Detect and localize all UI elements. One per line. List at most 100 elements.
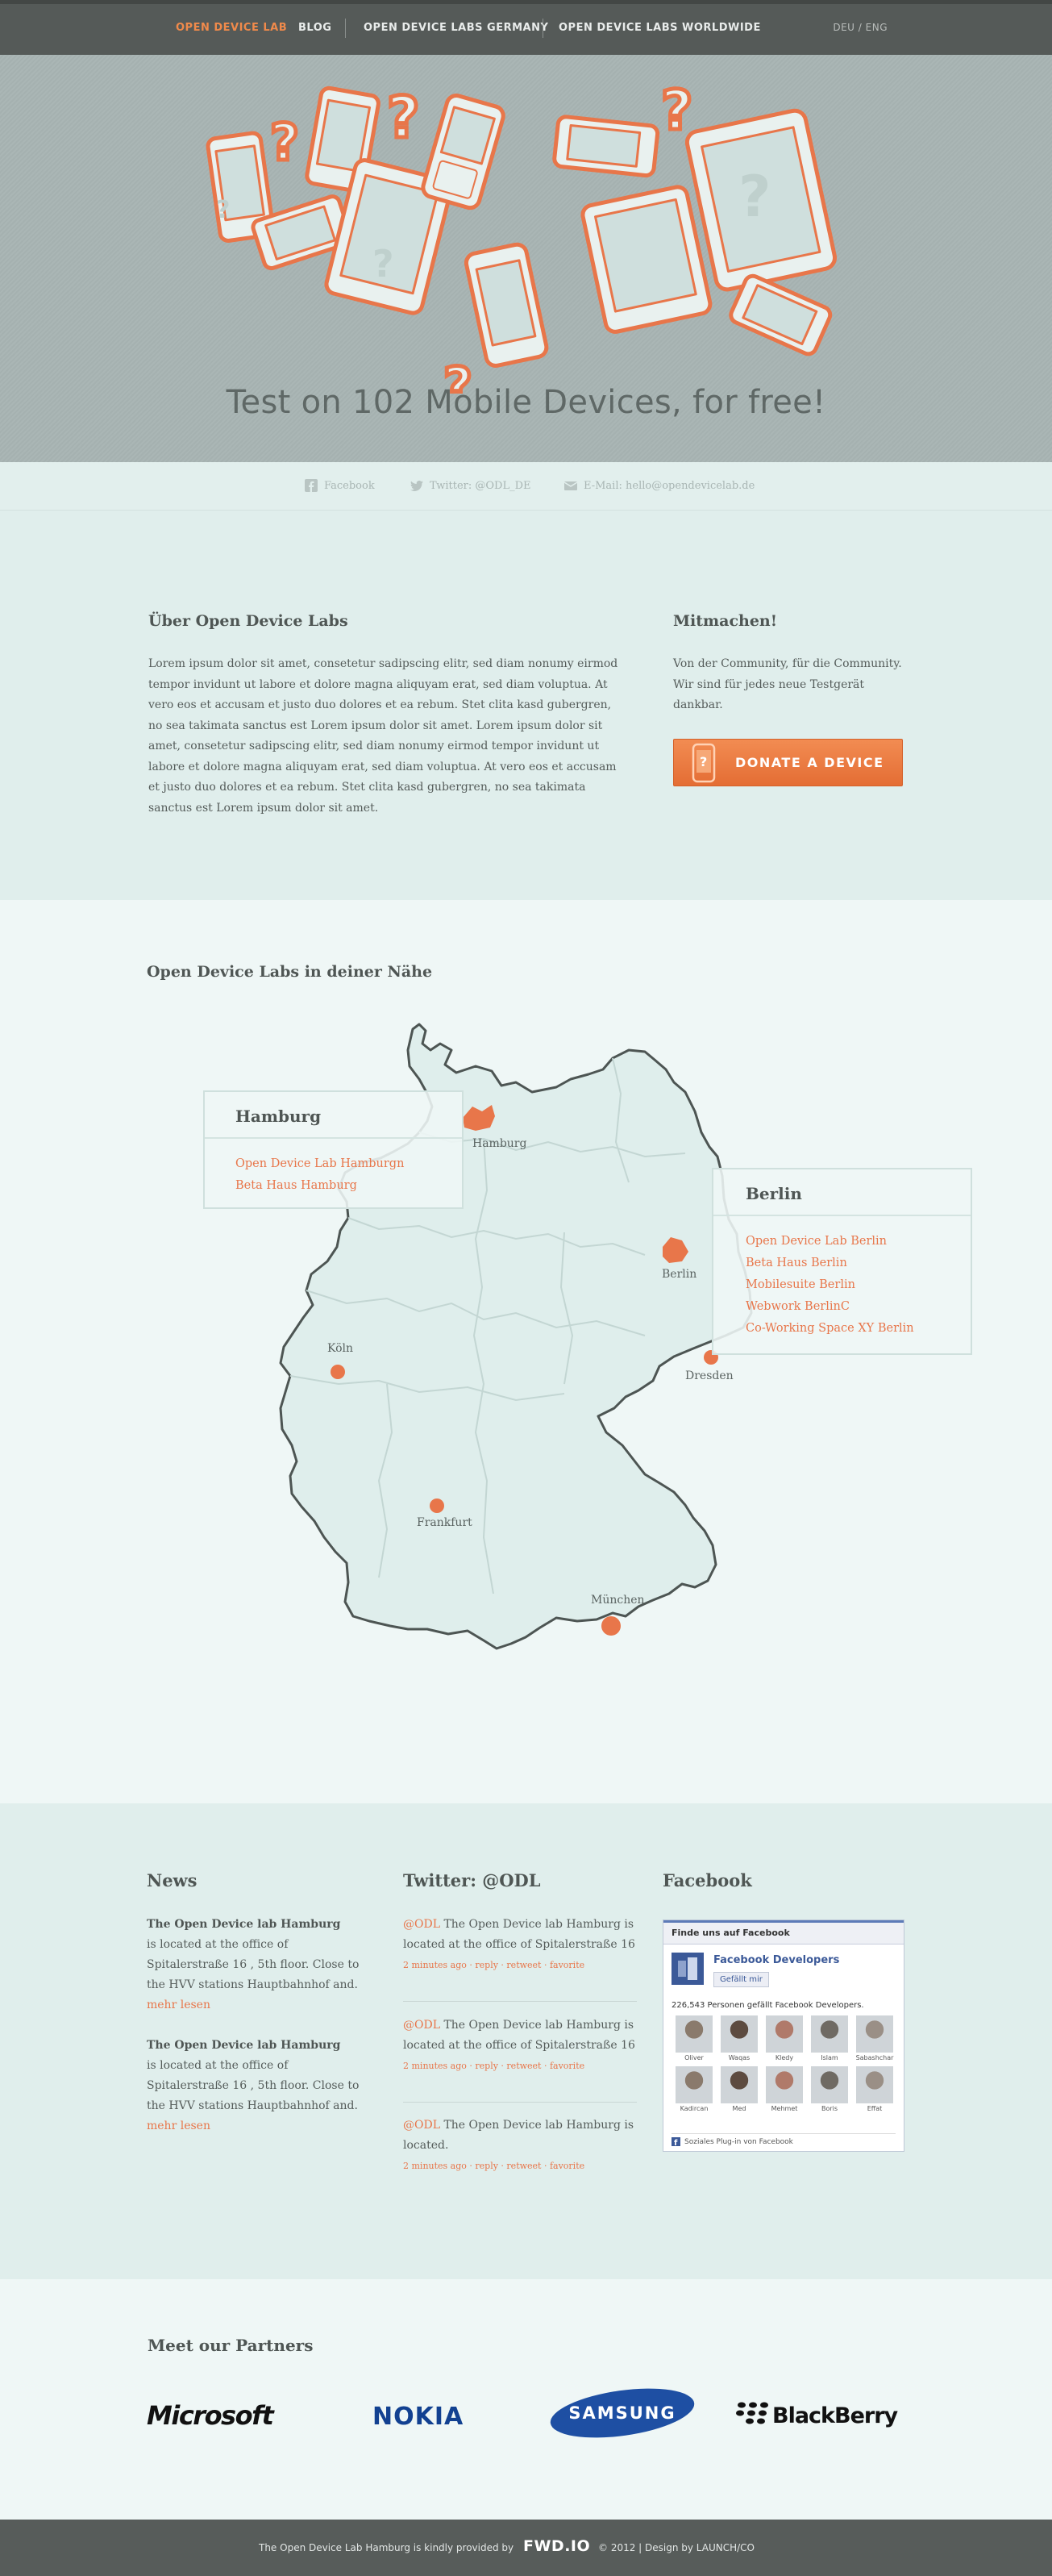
samsung-logo[interactable]: SAMSUNG — [549, 2387, 696, 2439]
twitter-link[interactable]: Twitter: @ODL_DE — [410, 479, 531, 492]
hamburg-card-title: Hamburg — [235, 1107, 322, 1126]
about-text: Lorem ipsum dolor sit amet, consetetur s… — [148, 657, 618, 815]
twitter-icon — [410, 480, 423, 491]
facebook-plugin-label[interactable]: Soziales Plug-in von Facebook — [684, 2138, 793, 2146]
svg-text:SAMSUNG: SAMSUNG — [568, 2403, 676, 2423]
facebook-fan[interactable]: Sabashchar — [852, 2015, 897, 2061]
tweet-handle-link[interactable]: @ODL — [403, 1918, 440, 1931]
partners-title: Meet our Partners — [148, 2336, 314, 2355]
facebook-fan[interactable]: Med — [717, 2066, 762, 2112]
berlin-card: Berlin Open Device Lab Berlin Beta Haus … — [712, 1168, 972, 1355]
fan-avatar — [811, 2015, 848, 2053]
facebook-fan-faces: Oliver Waqas Kledy Islam Sabashchar Kadircan M… — [672, 2015, 897, 2112]
email-label: E-Mail: hello@opendevicelab.de — [584, 479, 755, 492]
facebook-fan[interactable]: Effat — [852, 2066, 897, 2112]
tweet-actions[interactable]: 2 minutes ago · reply · retweet · favori… — [403, 2156, 637, 2176]
facebook-fan[interactable]: Mehmet — [762, 2066, 807, 2112]
fan-avatar — [676, 2066, 713, 2103]
lab-link[interactable]: Mobilesuite Berlin — [746, 1278, 855, 1291]
news-title: News — [147, 1870, 198, 1890]
facebook-page: Facebook Developers Gefällt mir — [672, 1953, 897, 2004]
footer: The Open Device Lab Hamburg is kindly pr… — [0, 2520, 1052, 2576]
news-item-text: is located at the office of Spitalerstra… — [147, 1938, 360, 1991]
devices-illustration: ? ? ? ? ? ? ? — [206, 77, 838, 394]
nav-brand-link[interactable]: OPEN DEVICE LAB — [176, 22, 287, 34]
muenchen-marker — [601, 1616, 621, 1636]
nav-germany-link[interactable]: OPEN DEVICE LABS GERMANY — [364, 22, 548, 34]
facebook-fan[interactable]: Kadircan — [672, 2066, 717, 2112]
facebook-page-name[interactable]: Facebook Developers — [713, 1954, 839, 1966]
news-item: The Open Device lab Hamburg is located a… — [147, 2036, 372, 2136]
donate-device-button[interactable]: ? DONATE A DEVICE — [673, 739, 903, 786]
read-more-link[interactable]: mehr lesen — [147, 2120, 210, 2132]
city-label-berlin[interactable]: Berlin — [662, 1268, 696, 1281]
footer-provided-text: The Open Device Lab Hamburg is kindly pr… — [259, 2542, 514, 2553]
fan-avatar — [856, 2015, 893, 2053]
tweet-handle-link[interactable]: @ODL — [403, 2119, 440, 2132]
fwd-io-logo[interactable]: FWD.IO — [523, 2537, 590, 2555]
facebook-fan[interactable]: Waqas — [717, 2015, 762, 2061]
hero-headline: Test on 102 Mobile Devices, for free! — [226, 384, 826, 421]
social-bar: Facebook Twitter: @ODL_DE E-Mail: hello@… — [0, 462, 1052, 511]
tweet: @ODL The Open Device lab Hamburg is loca… — [403, 2115, 637, 2176]
fan-name: Med — [732, 2105, 746, 2112]
facebook-icon — [305, 479, 318, 492]
facebook-fan[interactable]: Boris — [807, 2066, 852, 2112]
facebook-link[interactable]: Facebook — [305, 479, 375, 492]
question-mark-icon: ? — [270, 113, 299, 172]
facebook-fan[interactable]: Kledy — [762, 2015, 807, 2061]
facebook-fan[interactable]: Islam — [807, 2015, 852, 2061]
language-switch[interactable]: DEU / ENG — [833, 22, 888, 33]
microsoft-logo[interactable]: Microsoft — [145, 2397, 294, 2432]
blackberry-logo[interactable]: BlackBerry — [735, 2397, 901, 2432]
fan-avatar — [676, 2015, 713, 2053]
read-more-link[interactable]: mehr lesen — [147, 1999, 210, 2011]
tweet: @ODL The Open Device lab Hamburg is loca… — [403, 1915, 637, 1975]
lab-link[interactable]: Beta Haus Hamburg — [235, 1179, 357, 1192]
news-item-title: The Open Device lab Hamburg — [147, 2039, 341, 2052]
city-label-hamburg[interactable]: Hamburg — [472, 1137, 526, 1150]
svg-text:Microsoft: Microsoft — [147, 2400, 276, 2431]
facebook-fan[interactable]: Oliver — [672, 2015, 717, 2061]
lab-link[interactable]: Open Device Lab Hamburgn — [235, 1157, 404, 1170]
top-navigation: OPEN DEVICE LAB BLOG OPEN DEVICE LABS GE… — [0, 0, 1052, 55]
tweet-actions[interactable]: 2 minutes ago · reply · retweet · favori… — [403, 2056, 637, 2076]
lab-link[interactable]: Webwork BerlinC — [746, 1300, 850, 1313]
news-section: News The Open Device lab Hamburg is loca… — [0, 1803, 1052, 2279]
nav-blog-link[interactable]: BLOG — [298, 22, 331, 34]
email-link[interactable]: E-Mail: hello@opendevicelab.de — [564, 479, 755, 492]
nokia-logo[interactable]: NOKIA — [371, 2397, 488, 2432]
lab-link[interactable]: Co-Working Space XY Berlin — [746, 1322, 914, 1335]
city-label-frankfurt[interactable]: Frankfurt — [417, 1516, 472, 1529]
footer-copyright: © 2012 | Design by LAUNCH/CO — [598, 2542, 755, 2553]
city-label-dresden[interactable]: Dresden — [685, 1369, 734, 1382]
fan-avatar — [721, 2066, 758, 2103]
facebook-like-button[interactable]: Gefällt mir — [713, 1972, 769, 1987]
hamburg-card: Hamburg Open Device Lab Hamburgn Beta Ha… — [203, 1090, 464, 1209]
fan-avatar — [811, 2066, 848, 2103]
svg-text:?: ? — [738, 164, 771, 230]
phone-icon: ? — [692, 743, 716, 782]
donate-button-label: DONATE A DEVICE — [735, 755, 884, 770]
facebook-page-logo — [672, 1953, 704, 1985]
join-title: Mitmachen! — [673, 612, 778, 630]
twitter-title: Twitter: @ODL — [403, 1870, 541, 1890]
koeln-marker — [331, 1365, 345, 1379]
news-item-text: is located at the office of Spitalerstra… — [147, 2059, 360, 2112]
join-text: Von der Community, für die Community. Wi… — [673, 657, 902, 711]
hamburg-lab-list: Open Device Lab Hamburgn Beta Haus Hambu… — [205, 1139, 462, 1197]
lab-link[interactable]: Beta Haus Berlin — [746, 1257, 847, 1269]
lab-link[interactable]: Open Device Lab Berlin — [746, 1235, 887, 1248]
facebook-label: Facebook — [324, 479, 375, 492]
tweet-actions[interactable]: 2 minutes ago · reply · retweet · favori… — [403, 1955, 637, 1975]
berlin-card-title: Berlin — [746, 1184, 802, 1203]
nav-worldwide-link[interactable]: OPEN DEVICE LABS WORLDWIDE — [559, 22, 761, 34]
city-label-koeln[interactable]: Köln — [327, 1342, 353, 1355]
tweet-handle-link[interactable]: @ODL — [403, 2019, 440, 2032]
svg-text:f: f — [674, 2139, 678, 2146]
tweet-divider — [403, 2102, 637, 2103]
news-item: The Open Device lab Hamburg is located a… — [147, 1915, 372, 2015]
news-item-title: The Open Device lab Hamburg — [147, 1918, 341, 1931]
city-label-muenchen[interactable]: München — [591, 1594, 645, 1607]
fan-avatar — [766, 2015, 803, 2053]
